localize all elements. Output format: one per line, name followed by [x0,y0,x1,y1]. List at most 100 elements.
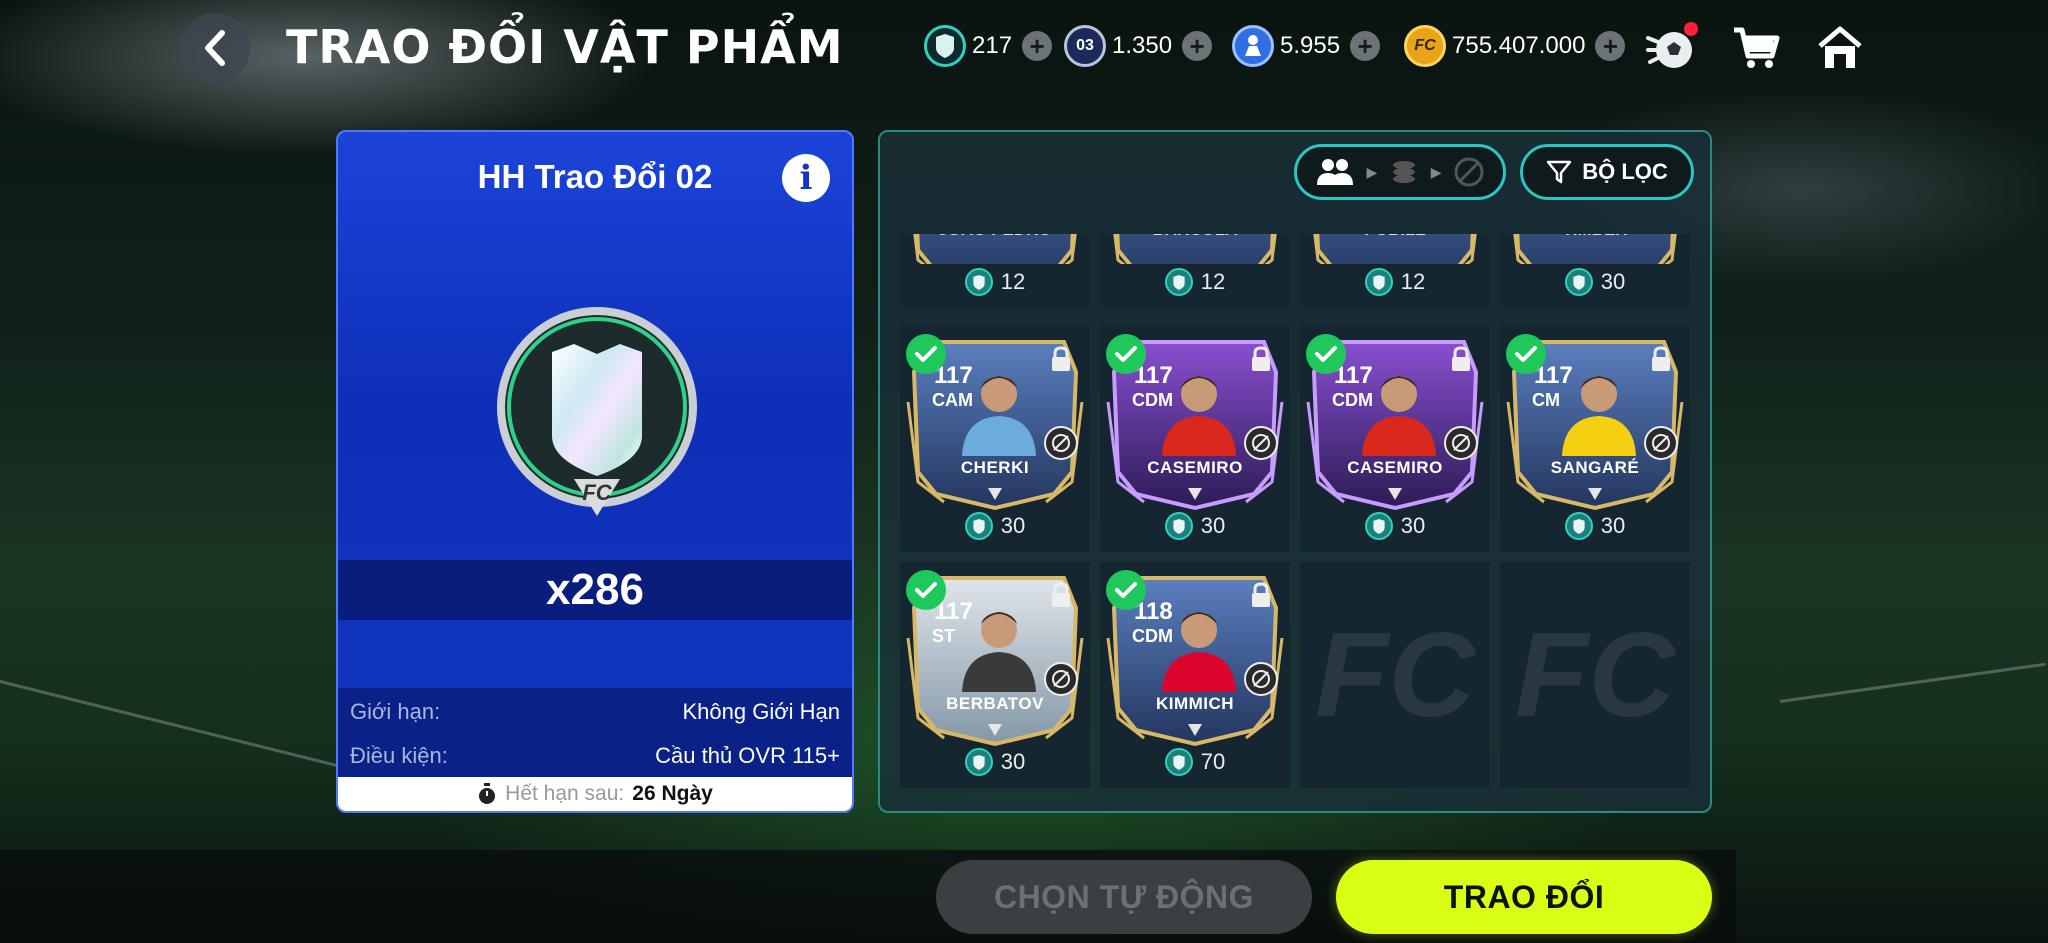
chevron-right-icon: ▶ [1430,163,1442,180]
card-cost-value: 12 [1000,269,1026,294]
info-icon: i [799,158,813,198]
card-cost-value: 30 [1200,513,1226,538]
home-icon [1818,26,1862,68]
player-card[interactable]: 118 CDM KIMMICH [1104,568,1286,748]
chevron-left-icon [205,30,225,66]
card-cost: 30 [900,512,1090,540]
card-slot[interactable]: 117 CDM CASEMIRO 30 [1100,326,1290,552]
trade-button[interactable]: TRAO ĐỔI [1336,860,1712,934]
selected-check-icon [1106,334,1146,374]
card-cost-value: 30 [1600,269,1626,294]
card-cost: 12 [900,268,1090,296]
player-name: KIMMICH [1155,694,1235,713]
expiry-bar: Hết hạn sau: 26 Ngày [338,777,852,811]
card-cost: 70 [1100,748,1290,776]
cart-icon [1734,27,1780,68]
currency-player-point: 5.955 + [1232,24,1381,68]
selected-check-icon [1506,334,1546,374]
player-name: TIMBER [1504,234,1686,240]
card-slot[interactable]: 118 CDM KIMMICH 70 [1100,562,1290,788]
expiry-value: 26 Ngày [632,782,713,805]
card-slot[interactable]: PUBILL 12 [1300,234,1490,308]
gem-value: 217 [972,32,1013,59]
player-card[interactable]: 117 CDM CASEMIRO [1304,332,1486,512]
condition-label: Điều kiện: [350,743,448,768]
selected-check-icon [1106,570,1146,610]
selected-check-icon [1306,334,1346,374]
lock-icon [1250,346,1276,374]
limit-row: Giới hạn: Không Giới Hạn [350,692,840,732]
card-selection-panel: ▶ ▶ BỘ LỌC JOAO PEDRO 12 BARCOLA 12 PUBILL 12… [878,130,1712,813]
card-slot[interactable]: 117 ST BERBATOV 30 [900,562,1090,788]
player-name: SANGARÉ [1550,458,1640,477]
add-gem-button[interactable]: + [1022,31,1053,61]
filter-icon [1546,160,1572,184]
player-name: PUBILL [1304,234,1486,240]
lock-icon [1650,346,1676,374]
stopwatch-icon [479,783,496,804]
card-slot[interactable]: 117 CDM CASEMIRO 30 [1300,326,1490,552]
limit-label: Giới hạn: [350,699,441,724]
info-button[interactable]: i [782,154,830,202]
player-card[interactable]: 117 CDM CASEMIRO [1104,332,1286,512]
card-cost: 30 [1100,512,1290,540]
gem-icon [1164,748,1193,776]
card-cost: 30 [900,748,1090,776]
add-ticket-button[interactable]: + [1182,31,1213,61]
shop-button[interactable] [1728,20,1784,76]
expiry-label: Hết hạn sau: [505,782,625,805]
player-card[interactable]: 117 ST BERBATOV [904,568,1086,748]
card-partial: TIMBER [1504,234,1686,264]
football-menu-button[interactable] [1644,20,1700,76]
home-button[interactable] [1812,20,1868,76]
empty-card-slot: FC [1300,562,1490,788]
card-slot[interactable]: 117 CAM CHERKI 30 [900,326,1090,552]
player-card[interactable]: 117 CAM CHERKI [904,332,1086,512]
card-slot[interactable]: JOAO PEDRO 12 [900,234,1090,308]
ticket-03-icon: 03 [1064,25,1106,67]
player-card[interactable]: 117 CM SANGARÉ [1504,332,1686,512]
filter-button[interactable]: BỘ LỌC [1520,144,1694,200]
player-position: ST [932,626,956,646]
player-name: CHERKI [960,458,1030,477]
card-slot[interactable]: BARCOLA 12 [1100,234,1290,308]
condition-row: Điều kiện: Cầu thủ OVR 115+ [350,736,840,776]
fc-logo-placeholder: FC [1515,608,1675,742]
sort-toggle[interactable]: ▶ ▶ [1294,144,1506,200]
card-cost-value: 70 [1200,749,1226,774]
untradeable-icon [1044,426,1078,460]
item-quantity: x286 [338,560,852,620]
player-name: JOAO PEDRO [904,234,1086,240]
condition-value: Cầu thủ OVR 115+ [655,743,840,768]
untradeable-icon [1244,426,1278,460]
player-name: CASEMIRO [1147,458,1243,477]
currency-gem: 217 + [924,24,1053,68]
currency-fc-coin: FC 755.407.000 + [1404,24,1626,68]
players-icon [1316,159,1353,185]
gem-icon [924,25,966,67]
card-cost-value: 30 [1400,513,1426,538]
card-cost-value: 30 [1600,513,1626,538]
lock-icon [1050,346,1076,374]
player-point-icon [1232,25,1274,67]
notification-dot [1684,22,1698,36]
card-partial: BARCOLA [1104,234,1286,264]
fc-logo-placeholder: FC [1315,608,1475,742]
player-position: CDM [1132,626,1173,646]
untradeable-icon [1454,157,1484,187]
auto-select-button[interactable]: CHỌN TỰ ĐỘNG [936,860,1312,934]
gem-icon [1164,512,1193,540]
card-cost: 30 [1500,268,1690,296]
back-button[interactable] [180,13,250,83]
selected-check-icon [906,334,946,374]
player-position: CM [1532,390,1560,410]
card-cost-value: 30 [1000,513,1026,538]
add-fc-coin-button[interactable]: + [1595,31,1626,61]
gem-icon [964,512,993,540]
card-cost: 12 [1300,268,1490,296]
filter-label: BỘ LỌC [1582,159,1668,184]
add-player-point-button[interactable]: + [1350,31,1381,61]
card-slot[interactable]: TIMBER 30 [1500,234,1690,308]
item-detail-panel: HH Trao Đổi 02 i FC x286 Giới hạn: Không… [336,130,854,813]
card-slot[interactable]: 117 CM SANGARÉ 30 [1500,326,1690,552]
